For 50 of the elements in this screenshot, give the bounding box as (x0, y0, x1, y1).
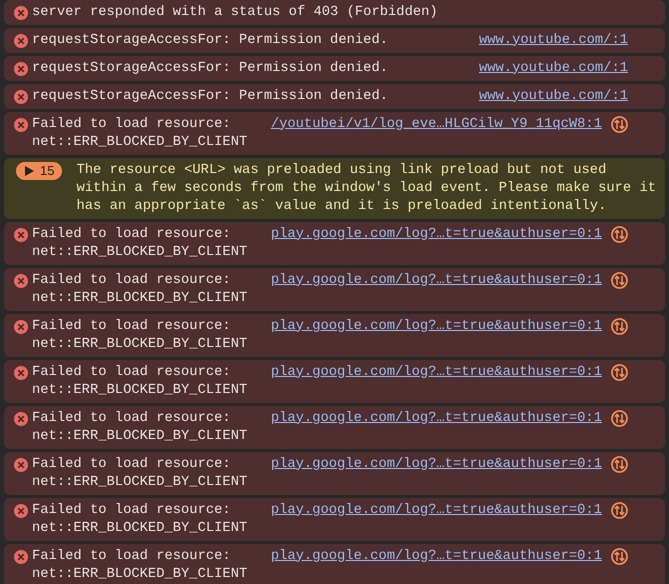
network-request-icon[interactable] (611, 272, 628, 288)
network-request-icon[interactable] (611, 116, 628, 132)
error-icon (14, 550, 28, 564)
error-text: requestStorageAccessFor: Permission denied. (32, 88, 390, 106)
source-link[interactable]: www.youtube.com/:1 (478, 60, 628, 78)
source-link[interactable]: play.google.com/log?…t=true&authuser=0:1 (270, 548, 602, 566)
network-request-icon[interactable] (611, 318, 628, 334)
error-text: Failed to load resource: net::ERR_BLOCKED_BY_CLIENT (32, 364, 248, 400)
error-icon (14, 366, 28, 380)
error-text: Failed to load resource: net::ERR_BLOCKED_BY_CLIENT (32, 226, 248, 262)
error-text: Failed to load resource: net::ERR_BLOCKED_BY_CLIENT (32, 116, 248, 152)
error-icon (14, 274, 28, 288)
network-request-icon[interactable] (611, 548, 628, 564)
repeat-count-badge[interactable]: 15 (16, 162, 62, 180)
source-link[interactable]: play.google.com/log?…t=true&authuser=0:1 (270, 272, 602, 290)
error-icon (14, 62, 28, 76)
source-link[interactable]: play.google.com/log?…t=true&authuser=0:1 (270, 226, 602, 244)
source-link[interactable]: play.google.com/log?…t=true&authuser=0:1 (270, 364, 602, 382)
error-icon (14, 504, 28, 518)
source-link[interactable]: www.youtube.com/:1 (478, 88, 628, 106)
network-request-icon[interactable] (611, 502, 628, 518)
error-text: Failed to load resource: net::ERR_BLOCKED_BY_CLIENT (32, 272, 248, 308)
error-icon (14, 320, 28, 334)
error-text: Failed to load resource: net::ERR_BLOCKED_BY_CLIENT (32, 548, 248, 584)
error-text: Failed to load resource: net::ERR_BLOCKED_BY_CLIENT (32, 502, 248, 538)
error-text: Failed to load resource: net::ERR_BLOCKED_BY_CLIENT (32, 456, 248, 492)
error-icon (14, 34, 28, 48)
expand-triangle-icon (25, 166, 34, 176)
error-icon (14, 228, 28, 242)
network-request-icon[interactable] (611, 226, 628, 242)
error-icon (14, 118, 28, 132)
warning-text: The resource <URL> was preloaded using link preload but not used within a few seconds from the window's load event. Please make sure it has an appropriate `as` value and it is preloaded intentionally. (76, 162, 658, 216)
error-text: Failed to load resource: net::ERR_BLOCKED_BY_CLIENT (32, 318, 248, 354)
source-link[interactable]: /youtubei/v1/log_eve…HLGCilw_Y9_11qcW8:1 (270, 116, 602, 134)
network-request-icon[interactable] (611, 364, 628, 380)
source-link[interactable]: play.google.com/log?…t=true&authuser=0:1 (270, 502, 602, 520)
source-link[interactable]: play.google.com/log?…t=true&authuser=0:1 (270, 410, 602, 428)
source-link[interactable]: www.youtube.com/:1 (478, 32, 628, 50)
network-request-icon[interactable] (611, 410, 628, 426)
error-text: requestStorageAccessFor: Permission denied. (32, 60, 390, 78)
error-text: Failed to load resource: net::ERR_BLOCKED_BY_CLIENT (32, 410, 248, 446)
error-text: requestStorageAccessFor: Permission denied. (32, 32, 390, 50)
source-link[interactable]: play.google.com/log?…t=true&authuser=0:1 (270, 456, 602, 474)
error-icon (14, 458, 28, 472)
error-icon (14, 90, 28, 104)
error-icon (14, 412, 28, 426)
error-text: server responded with a status of 403 (Forbidden) (32, 4, 439, 22)
error-icon (14, 6, 28, 20)
source-link[interactable]: play.google.com/log?…t=true&authuser=0:1 (270, 318, 602, 336)
network-request-icon[interactable] (611, 456, 628, 472)
